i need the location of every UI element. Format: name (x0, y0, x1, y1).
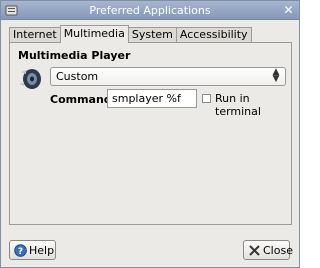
help-icon: ? (14, 244, 27, 257)
section-title: Multimedia Player (18, 49, 131, 62)
close-button[interactable]: Close (243, 240, 293, 260)
tab-system[interactable]: System (127, 27, 177, 43)
tab-multimedia[interactable]: Multimedia (59, 25, 129, 43)
tab-accessibility[interactable]: Accessibility (175, 27, 252, 43)
run-in-terminal-checkbox[interactable] (202, 94, 211, 103)
help-label: Help (29, 244, 55, 257)
speaker-icon (19, 69, 41, 89)
help-button[interactable]: ? Help (9, 240, 56, 260)
close-x-icon (249, 245, 260, 256)
multimedia-panel: Multimedia Player Custom ▲▼ Command: Run… (9, 42, 292, 225)
command-input[interactable] (107, 89, 197, 108)
window-title: Preferred Applications (89, 4, 211, 17)
titlebar[interactable]: Preferred Applications ✕ (1, 1, 299, 20)
preferred-applications-window: Preferred Applications ✕ Internet Multim… (0, 0, 300, 268)
player-select-value: Custom (56, 70, 99, 83)
tab-internet[interactable]: Internet (9, 27, 61, 43)
close-label: Close (263, 244, 293, 257)
tab-bar: Internet Multimedia System Accessibility (9, 25, 252, 43)
close-icon[interactable]: ✕ (282, 4, 295, 17)
player-select[interactable]: Custom ▲ ▼ (50, 67, 286, 86)
run-in-terminal-label[interactable]: Run in terminal (215, 92, 291, 118)
updown-arrow-icon: ▲ ▼ (272, 67, 280, 84)
svg-text:?: ? (18, 247, 23, 257)
